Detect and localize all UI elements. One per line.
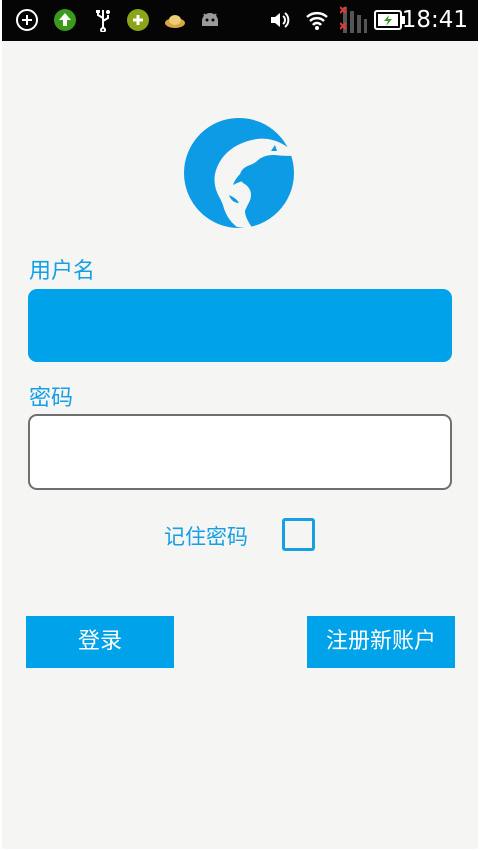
status-time: 18:41 xyxy=(401,7,468,33)
add-circle-icon xyxy=(16,9,38,31)
login-screen: 用户名 密码 记住密码 登录 注册新账户 xyxy=(2,41,478,849)
remember-password-row: 记住密码 xyxy=(2,517,478,557)
register-button[interactable]: 注册新账户 xyxy=(307,616,455,668)
remember-password-checkbox[interactable] xyxy=(282,518,315,551)
volume-icon xyxy=(271,12,290,28)
tiger-logo-icon xyxy=(184,118,297,229)
app-window: 18:41 用户名 密码 记住密码 登录 注册新账户 xyxy=(0,0,480,851)
password-label: 密码 xyxy=(29,386,74,411)
cloud-sync-icon xyxy=(165,15,185,28)
login-button[interactable]: 登录 xyxy=(26,616,174,668)
remember-password-label: 记住密码 xyxy=(164,525,248,549)
wifi-icon xyxy=(306,12,328,30)
upload-arrow-icon xyxy=(54,9,76,31)
usb-icon xyxy=(96,10,110,32)
signal-no-service-icon xyxy=(340,6,367,33)
android-robot-icon xyxy=(202,13,218,26)
game-icon xyxy=(127,9,149,31)
username-input[interactable] xyxy=(28,289,452,362)
status-bar: 18:41 xyxy=(2,0,478,41)
password-input[interactable] xyxy=(28,414,452,490)
username-label: 用户名 xyxy=(29,259,96,284)
